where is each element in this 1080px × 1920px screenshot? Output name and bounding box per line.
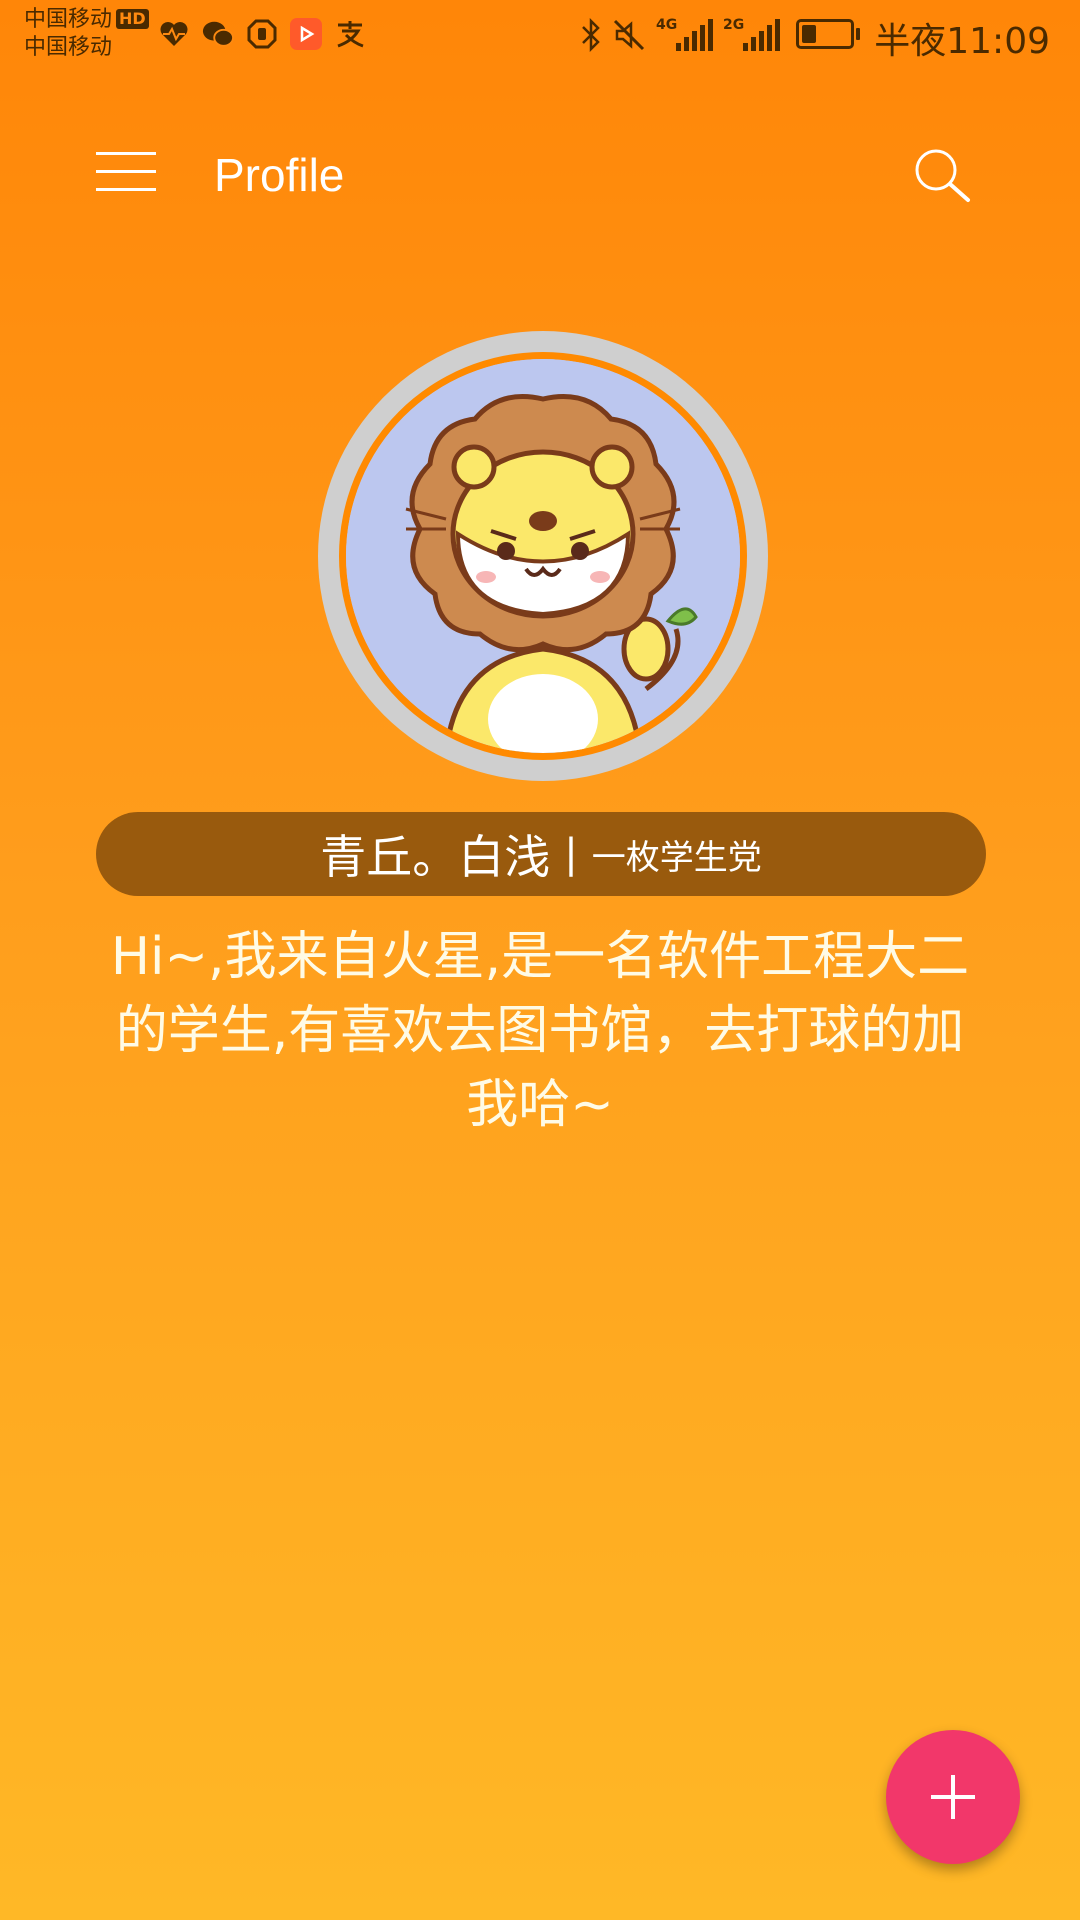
- video-app-icon: [290, 18, 322, 50]
- heart-rate-icon: [158, 18, 190, 50]
- add-button[interactable]: [886, 1730, 1020, 1864]
- wechat-icon: [202, 18, 234, 50]
- battery-level: [802, 25, 816, 43]
- carrier-info: 中国移动 HD 中国移动: [24, 6, 149, 62]
- avatar[interactable]: [346, 359, 740, 753]
- battery-icon: [796, 19, 860, 49]
- bluetooth-icon: [580, 16, 602, 52]
- carrier-label-2: 中国移动: [24, 35, 113, 60]
- alipay-icon: [334, 18, 366, 50]
- system-icons: 4G 2G: [580, 16, 860, 52]
- shield-icon: [246, 18, 278, 50]
- mute-icon: [612, 16, 646, 52]
- name-banner: 青丘。白浅 | 一枚学生党: [96, 812, 986, 896]
- name-separator: |: [564, 831, 578, 877]
- profile-tagline: 一枚学生党: [591, 837, 762, 878]
- network-4g-label: 4G: [656, 17, 678, 33]
- hd-badge: HD: [116, 9, 149, 29]
- profile-bio: Hi~,我来自火星,是一名软件工程大二的学生,有喜欢去图书馆，去打球的加我哈~: [110, 927, 970, 1135]
- page-title: Profile: [214, 149, 345, 201]
- network-2g-label: 2G: [723, 17, 745, 33]
- status-time: 半夜11:09: [874, 21, 1050, 62]
- menu-icon[interactable]: [96, 150, 156, 194]
- signal-4g-icon: 4G: [656, 17, 713, 51]
- status-bar: 中国移动 HD 中国移动 4G 2G 半夜11:09: [0, 0, 1080, 72]
- profile-name: 青丘。白浅: [320, 830, 551, 884]
- notification-icons: [158, 18, 366, 50]
- carrier-label-1: 中国移动: [24, 7, 113, 32]
- lion-cartoon-icon: [346, 359, 740, 753]
- signal-2g-icon: 2G: [723, 17, 780, 51]
- search-icon[interactable]: [912, 146, 972, 206]
